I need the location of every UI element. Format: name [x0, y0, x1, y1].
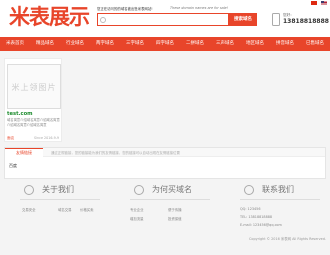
- nav-item-home[interactable]: 米表首页: [0, 37, 30, 51]
- copyright: Copyright © 2016 米表网 All Rights Reserved…: [249, 237, 326, 241]
- nav-item-four-char[interactable]: 四字域名: [150, 37, 180, 51]
- people-icon: [24, 185, 34, 195]
- contact-qq: QQ: 123456: [240, 207, 261, 211]
- domain-description: 域名寓意介绍域名寓意介绍域名寓意介绍域名寓意介绍域名寓意: [7, 118, 60, 127]
- footer-why-buy: 为何买域名 专业企业 便于传播 增加流量 投资保值: [110, 182, 220, 236]
- site-logo[interactable]: 米表展示: [9, 5, 90, 29]
- english-flag-icon[interactable]: [321, 1, 327, 5]
- phone-icon: [244, 185, 254, 195]
- search-icon: [100, 17, 106, 23]
- divider: [20, 199, 100, 200]
- search-box: [97, 13, 229, 26]
- contact-email: E-mail: 123456@qq.com: [240, 223, 282, 227]
- image-placeholder-text: 米上领图片: [11, 83, 57, 92]
- footer-about: 关于我们 交易安全 域名交易 价格买卖: [0, 182, 110, 236]
- nav-item-two-pinyin[interactable]: 二拼域名: [180, 37, 210, 51]
- nav-item-region[interactable]: 地区域名: [240, 37, 270, 51]
- nav-item-two-char[interactable]: 两字域名: [90, 37, 120, 51]
- chinese-flag-icon[interactable]: [311, 1, 317, 5]
- domain-name[interactable]: test.com: [7, 111, 33, 117]
- contact-phone: TEL: 13818818888: [240, 215, 273, 219]
- friend-link-baidu[interactable]: 百度: [9, 163, 17, 169]
- links-notice: 通过正规链接，您的链接能为我们的友情链接，您的链接可以自动出现在友情链接位置: [51, 151, 180, 155]
- footer-link[interactable]: 价格买卖: [80, 207, 94, 212]
- question-icon: [134, 185, 144, 195]
- footer-link[interactable]: 交易安全: [22, 207, 36, 212]
- header: 米表展示 您正在访问的的域名被出售米表网站! These domain name…: [0, 0, 330, 37]
- search-input[interactable]: [108, 15, 226, 24]
- nav-item-pinyin[interactable]: 拼音域名: [270, 37, 300, 51]
- footer-about-title: 关于我们: [42, 185, 74, 194]
- divider: [130, 199, 210, 200]
- nav-item-sold[interactable]: 已售域名: [300, 37, 330, 51]
- nav-item-premium[interactable]: 精品域名: [30, 37, 60, 51]
- footer-link[interactable]: 增加流量: [130, 216, 144, 221]
- phone-number: 13818818888: [283, 18, 329, 25]
- footer-link[interactable]: 域名交易: [58, 207, 72, 212]
- nav-item-three-char[interactable]: 三字域名: [120, 37, 150, 51]
- phone-icon: [272, 13, 280, 26]
- domain-card[interactable]: 米上领图片 test.com 域名寓意介绍域名寓意介绍域名寓意介绍域名寓意介绍域…: [4, 58, 62, 142]
- main-nav: 米表首页 精品域名 行业域名 两字域名 三字域名 四字域名 二拼域名 三声域名 …: [0, 37, 330, 51]
- nav-item-three-sound[interactable]: 三声域名: [210, 37, 240, 51]
- domain-image-placeholder[interactable]: 米上领图片: [7, 64, 61, 109]
- footer-link[interactable]: 便于传播: [168, 207, 182, 212]
- footer-contact: 联系我们 QQ: 123456 TEL: 13818818888 E-mail:…: [220, 182, 330, 236]
- domain-price: 面议: [7, 136, 15, 140]
- domain-date: Since 2016-9-9: [34, 136, 59, 140]
- footer-contact-title: 联系我们: [262, 185, 294, 194]
- links-title: 友情链接: [5, 148, 43, 157]
- footer-link[interactable]: 专业企业: [130, 207, 144, 212]
- slogan-en: These domain names are for sale!: [170, 6, 229, 10]
- search-button[interactable]: 搜索域名: [229, 13, 257, 26]
- footer-why-title: 为何买域名: [152, 185, 192, 194]
- nav-item-industry[interactable]: 行业域名: [60, 37, 90, 51]
- footer-link[interactable]: 投资保值: [168, 216, 182, 221]
- friend-links-panel: 友情链接 通过正规链接，您的链接能为我们的友情链接，您的链接可以自动出现在友情链…: [4, 147, 326, 179]
- divider: [240, 199, 320, 200]
- footer-columns: 关于我们 交易安全 域名交易 价格买卖 为何买域名 专业企业 便于传播 增加流量…: [0, 182, 330, 236]
- slogan-cn: 您正在访问的的域名被出售米表网站!: [97, 7, 153, 11]
